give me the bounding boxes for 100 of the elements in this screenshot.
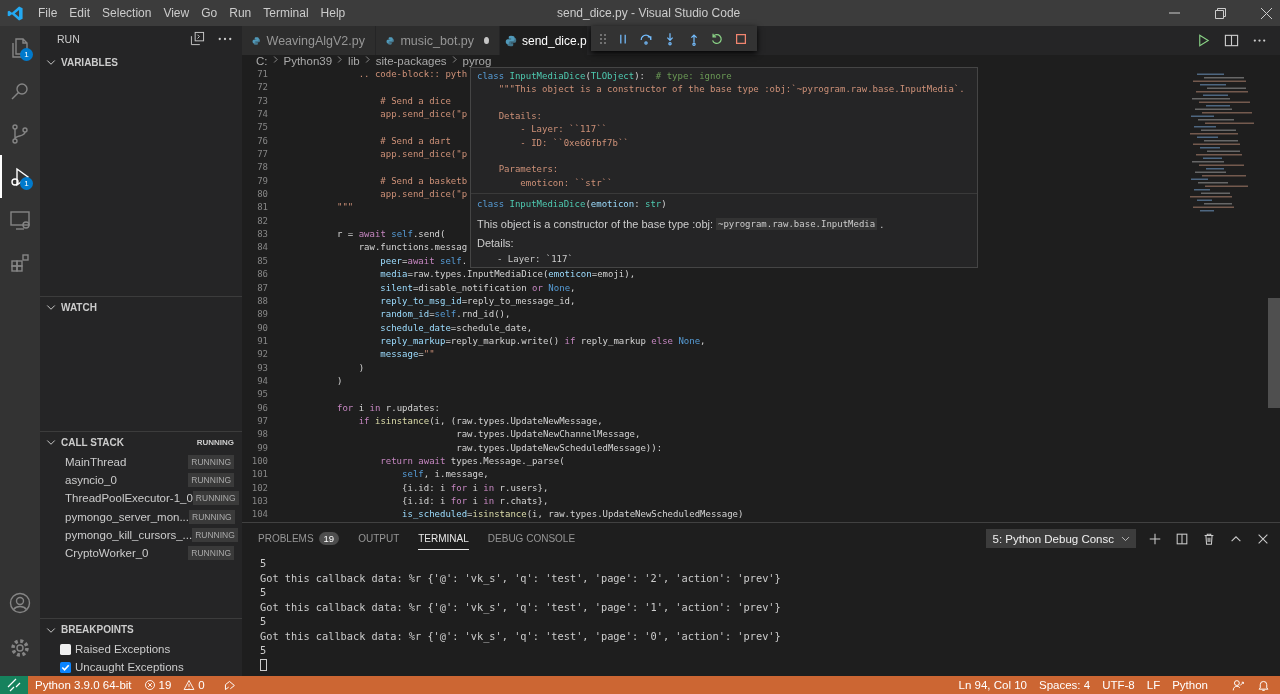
warning-icon[interactable] — [183, 679, 196, 691]
panel-tab[interactable]: PROBLEMS 19 — [258, 527, 340, 550]
line-number: 102 — [250, 481, 268, 495]
line-number: 83 — [256, 228, 268, 242]
thread-name[interactable]: pymongo_kill_cursors_... — [65, 528, 193, 541]
thread-name[interactable]: pymongo_server_mon... — [65, 510, 189, 523]
editor-tab[interactable]: WeavingAlgV2.py — [242, 26, 376, 55]
account-icon[interactable] — [8, 590, 32, 615]
code-line: self, i.message, — [401, 468, 489, 482]
breadcrumb-item[interactable]: Python39 — [283, 55, 333, 67]
live-share-icon[interactable] — [222, 678, 236, 692]
line-number: 87 — [256, 281, 268, 295]
breadcrumb-item[interactable]: pyrog — [462, 55, 492, 67]
thread-name[interactable]: asyncio_0 — [65, 474, 117, 487]
terminal-line: Got this callback data: %r {'@': 'vk_s', 'q': 'test', 'page': '1', 'action': 'prev'} — [260, 599, 782, 614]
line-number: 82 — [256, 214, 268, 228]
code-line: peer=await self. — [379, 254, 468, 268]
code-line: random_id=self.rnd_id(), — [379, 308, 511, 322]
scrollbar[interactable] — [1268, 298, 1280, 408]
menu-item[interactable]: Terminal — [257, 6, 315, 20]
error-icon[interactable] — [143, 679, 156, 691]
code-line: {i.id: i for i in r.users}, — [401, 481, 549, 495]
more-icon[interactable] — [218, 36, 232, 41]
menu-item[interactable]: File — [32, 6, 64, 20]
code-line: {i.id: i for i in r.chats}, — [401, 495, 549, 508]
section-title[interactable]: WATCH — [61, 301, 97, 313]
panel-tab[interactable]: OUTPUT — [358, 527, 400, 550]
panel-tab[interactable]: TERMINAL — [418, 527, 469, 550]
grip-icon[interactable] — [599, 33, 606, 44]
chevron-right-icon — [451, 55, 458, 64]
code-line: # Send a dart — [379, 134, 451, 148]
split-icon[interactable] — [1175, 531, 1189, 546]
status-item[interactable]: Ln 94, Col 10 — [958, 679, 1027, 691]
run-icon[interactable] — [1196, 33, 1211, 48]
breadcrumb-item[interactable]: site-packages — [375, 55, 447, 67]
close-icon[interactable] — [1261, 7, 1272, 19]
split-editor-icon[interactable] — [1224, 33, 1239, 48]
menu-item[interactable]: Selection — [96, 6, 158, 20]
error-count[interactable]: 19 — [158, 679, 172, 691]
thread-name[interactable]: CryptoWorker_0 — [65, 547, 149, 559]
menu-item[interactable]: Edit — [63, 6, 97, 20]
menu-item[interactable]: Help — [314, 6, 352, 20]
bell-icon[interactable] — [1257, 678, 1270, 692]
section-title[interactable]: BREAKPOINTS — [61, 624, 134, 635]
thread-name[interactable]: MainThread — [65, 456, 127, 469]
line-number: 71 — [256, 68, 268, 81]
thread-name[interactable]: ThreadPoolExecutor-1_0 — [65, 492, 193, 505]
line-number: 86 — [256, 268, 268, 282]
code-line: app.send_dice("p — [379, 188, 468, 202]
description: This object is a constructor of the base type :obj: — [477, 217, 713, 230]
panel-tab[interactable]: DEBUG CONSOLE — [487, 527, 576, 550]
menu-item[interactable]: View — [157, 6, 196, 20]
code-line: is_scheduled=isinstance(i, raw.types.UpdateNewScheduledMessage) — [401, 508, 744, 522]
interpreter-selector[interactable]: Python 3.9.0 64-bit — [35, 679, 132, 691]
status-item[interactable]: Python — [1172, 679, 1208, 691]
inline-code: ~pyrogram.raw.base.InputMedia — [716, 217, 878, 230]
debug-console-icon[interactable] — [190, 31, 205, 47]
hover-code-line: Details: — [497, 111, 543, 122]
terminal-picker[interactable]: 5: Python Debug Consc — [985, 529, 1136, 548]
stop-icon[interactable] — [734, 31, 749, 46]
code-line: return await types.Message._parse( — [379, 454, 565, 468]
breadcrumb-item[interactable]: C: — [256, 55, 268, 67]
hover-code-line: """This object is a constructor of the base type :obj:`~pyrogram.raw.base.InputMedia`. — [497, 84, 965, 95]
warning-count[interactable]: 0 — [198, 679, 205, 691]
restore-icon[interactable] — [1215, 7, 1226, 19]
line-number: 90 — [256, 321, 268, 335]
status-item[interactable]: Spaces: 4 — [1039, 679, 1091, 691]
code-line: raw.types.UpdateNewChannelMessage, — [455, 428, 641, 442]
line-number: 79 — [256, 174, 268, 188]
section-title[interactable]: VARIABLES — [61, 56, 119, 68]
line-number: 85 — [256, 254, 268, 268]
hover-code-line: emoticon: ``str`` — [519, 177, 613, 188]
unsaved-dot[interactable] — [484, 37, 489, 44]
breadcrumb-item[interactable]: lib — [348, 55, 360, 67]
step-over-icon[interactable] — [639, 31, 654, 46]
status-item[interactable]: UTF-8 — [1102, 679, 1135, 691]
active-indicator — [0, 155, 2, 198]
count-badge: 1 — [20, 177, 33, 190]
details-item: - Layer: `117` — [496, 254, 574, 265]
remote-button[interactable] — [0, 676, 28, 694]
hover-code-line: - ID: ``0xe66fbf7b`` — [519, 137, 629, 148]
code-line: raw.functions.messag — [357, 241, 468, 255]
line-number: 100 — [250, 454, 268, 468]
editor-tab[interactable]: send_dice.p — [500, 26, 588, 55]
line-number: 95 — [256, 388, 268, 402]
section-title[interactable]: CALL STACK — [61, 436, 124, 448]
feedback-icon[interactable] — [1232, 678, 1245, 692]
checkbox[interactable] — [60, 643, 71, 655]
line-number: 101 — [250, 468, 268, 482]
line-number: 76 — [256, 134, 268, 148]
editor-tab[interactable]: music_bot.py — [376, 26, 500, 55]
checkbox[interactable] — [60, 661, 71, 673]
plus-icon[interactable] — [1148, 531, 1162, 546]
line-number: 93 — [256, 361, 268, 375]
signature: class InputMediaDice(emoticon: str) — [477, 198, 668, 212]
trash-icon[interactable] — [1202, 531, 1216, 546]
menu-item[interactable]: Go — [195, 6, 224, 20]
status-item[interactable]: LF — [1146, 679, 1161, 691]
menu-item[interactable]: Run — [223, 6, 258, 20]
restart-icon[interactable] — [710, 31, 725, 46]
